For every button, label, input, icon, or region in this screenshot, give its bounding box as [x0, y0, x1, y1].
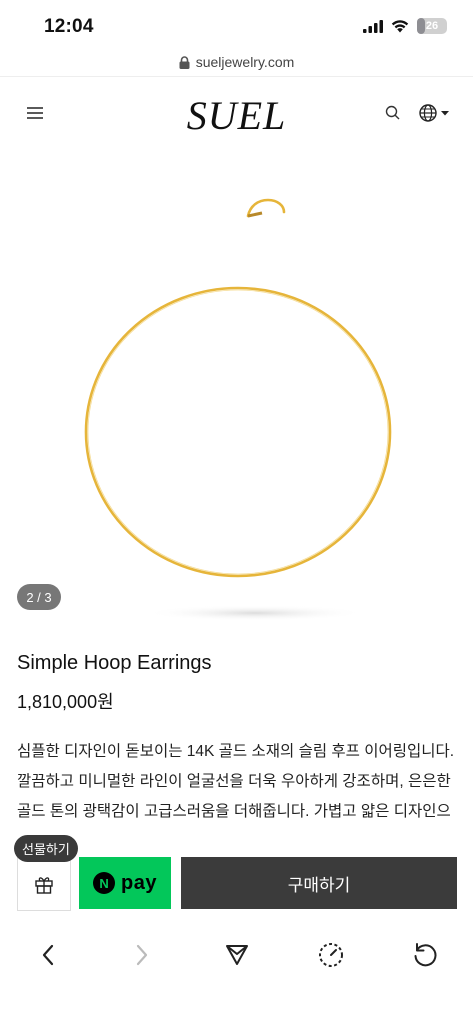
browser-toolbar	[0, 925, 473, 1024]
naver-n-icon: N	[93, 872, 116, 894]
site-header: SUEL	[0, 80, 473, 146]
signal-icon	[363, 19, 383, 33]
reload-icon	[414, 943, 437, 967]
caret-down-icon	[441, 111, 449, 116]
image-counter: 2 / 3	[17, 584, 61, 610]
address-bar[interactable]: sueljewelry.com	[0, 50, 473, 74]
url-text: sueljewelry.com	[195, 54, 295, 70]
product-name: Simple Hoop Earrings	[17, 652, 212, 674]
stopwatch-icon	[319, 943, 343, 967]
product-image[interactable]	[0, 150, 473, 630]
battery-level: 26	[425, 20, 439, 32]
status-time: 12:04	[44, 16, 94, 37]
npay-label: pay	[121, 871, 157, 894]
status-bar: 12:04 26	[0, 0, 473, 48]
forward-button[interactable]	[122, 935, 162, 975]
description-text: 심플한 디자인이 돋보이는 14K 골드 소재의 슬림 후프 이어링입니다. 깔…	[17, 743, 455, 820]
npay-button[interactable]: N pay	[79, 857, 171, 909]
divider	[0, 76, 473, 77]
product-price: 1,810,000원	[17, 692, 114, 712]
product-description: 심플한 디자인이 돋보이는 14K 골드 소재의 슬림 후프 이어링입니다. 깔…	[17, 737, 457, 827]
search-button[interactable]	[384, 104, 402, 122]
status-icons: 26	[363, 18, 447, 34]
globe-icon	[419, 104, 437, 122]
chevron-left-icon	[42, 944, 54, 966]
chevron-right-icon	[136, 944, 148, 966]
wifi-icon	[391, 20, 409, 33]
site-logo[interactable]: SUEL	[0, 92, 473, 139]
send-icon	[226, 945, 248, 965]
purchase-button[interactable]: 구매하기	[181, 857, 457, 909]
purchase-bar: 선물하기 N pay 구매하기	[0, 835, 473, 925]
share-button[interactable]	[217, 935, 257, 975]
battery-indicator: 26	[417, 18, 447, 34]
gift-icon	[35, 877, 53, 894]
reload-button[interactable]	[405, 935, 445, 975]
hoop-earring-image	[84, 198, 392, 621]
gift-tooltip: 선물하기	[14, 835, 78, 862]
lock-icon	[179, 55, 190, 69]
search-icon	[385, 105, 400, 120]
timer-button[interactable]	[311, 935, 351, 975]
language-selector[interactable]	[418, 102, 450, 124]
gift-button[interactable]	[17, 857, 71, 911]
back-button[interactable]	[28, 935, 68, 975]
